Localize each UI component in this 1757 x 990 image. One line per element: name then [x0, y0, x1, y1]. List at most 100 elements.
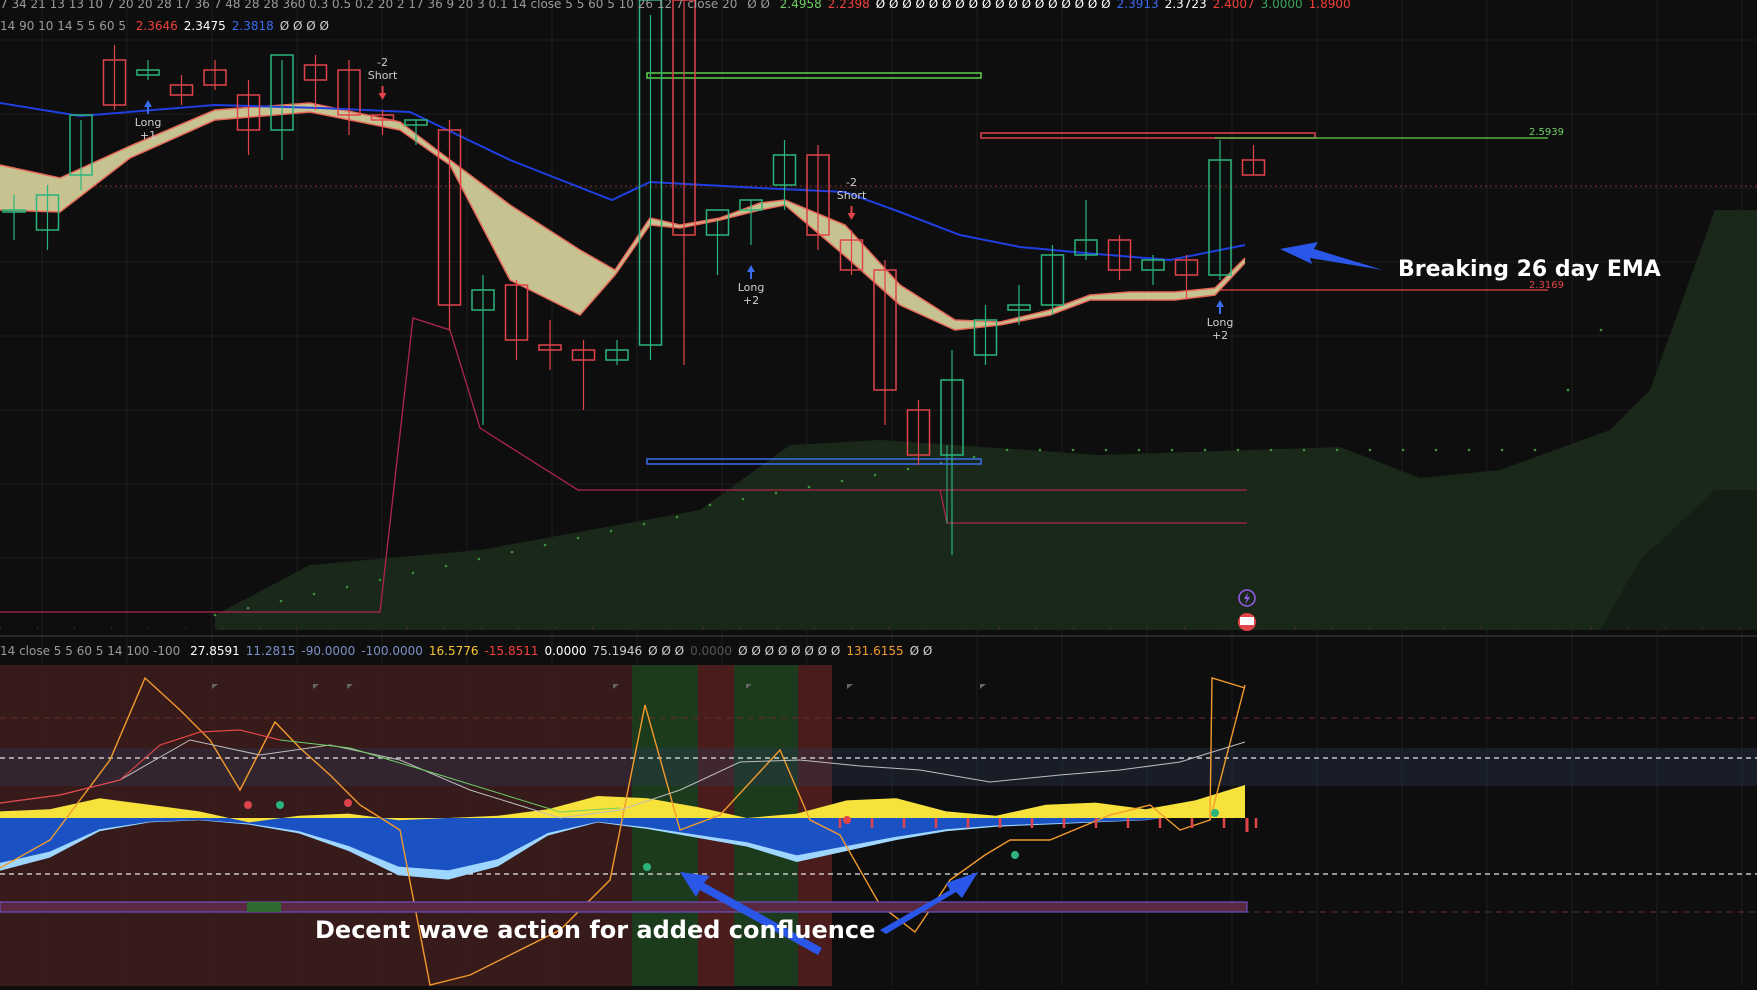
legend-value: -90.0000 — [301, 644, 356, 658]
legend-value: -15.8511 — [484, 644, 539, 658]
annotation-wave: Decent wave action for added confluence — [315, 916, 875, 944]
legend-value: 2.3723 — [1164, 0, 1207, 11]
cloud-dot — [1599, 328, 1603, 332]
cloud-dot — [312, 592, 316, 596]
legend-values: 2.4958 2.2398 Ø Ø Ø Ø Ø Ø Ø Ø Ø Ø Ø Ø Ø Ø … — [780, 0, 1357, 11]
flag-marker-icon — [847, 684, 853, 689]
long-arrow-icon — [144, 100, 152, 114]
legend-value: 0.0000 — [544, 644, 587, 658]
legend-value: 27.8591 — [190, 644, 240, 658]
signal-label: Short — [837, 189, 867, 202]
cloud-dot — [774, 491, 778, 495]
signal-value: -2 — [377, 56, 388, 69]
legend-value: 2.3818 — [231, 19, 274, 33]
cloud-dot — [1302, 448, 1306, 452]
short-arrow-icon — [378, 86, 387, 100]
legend-settings-text: 14 90 10 14 5 5 60 5 — [0, 19, 126, 33]
cloud-dot — [510, 550, 514, 554]
signal-dot — [244, 801, 252, 809]
legend-value: 2.3646 — [135, 19, 178, 33]
legend-values: 27.8591 11.2815 -90.0000 -100.0000 16.5776 -1… — [190, 644, 938, 658]
signal-value: -2 — [846, 176, 857, 189]
cloud-dot — [1368, 448, 1372, 452]
cloud-dot — [1434, 448, 1438, 452]
cloud-dot — [378, 578, 382, 582]
legend-value: 2.4007 — [1212, 0, 1255, 11]
legend-value: 3.0000 — [1260, 0, 1303, 11]
legend-value: 11.2815 — [245, 644, 296, 658]
indicator-legend-top: 7 34 21 13 13 10 7 20 20 28 17 36 7 48 2… — [0, 0, 1363, 11]
cloud-dot — [840, 479, 844, 483]
bottom-band — [0, 901, 1248, 913]
cloud-dot — [675, 515, 679, 519]
legend-value: 75.1946 — [592, 644, 643, 658]
legend-value: -100.0000 — [361, 644, 423, 658]
legend-value: 2.3913 — [1116, 0, 1159, 11]
cloud-dot — [1401, 448, 1405, 452]
cloud-dot — [642, 522, 646, 526]
cloud-dot — [609, 529, 613, 533]
cloud-dot — [477, 557, 481, 561]
short-arrow-icon — [847, 206, 856, 220]
cloud-dot — [1104, 448, 1108, 452]
cloud-dot — [807, 485, 811, 489]
long-arrow-icon — [1216, 300, 1224, 314]
cloud-dot — [246, 606, 250, 610]
chart-area[interactable]: 2.5939 2.3169 Long +1 -2 Short Long +2 -2 Short Lo… — [0, 0, 1757, 986]
legend-value: Ø Ø Ø — [648, 644, 685, 658]
signal-value: +2 — [743, 294, 759, 307]
signal-dot — [344, 799, 352, 807]
cloud-dot — [906, 467, 910, 471]
cloud-dot — [1137, 448, 1141, 452]
signal-label: Long — [1207, 316, 1234, 329]
cloud-dot — [444, 564, 448, 568]
cloud-dot — [972, 455, 976, 459]
cloud-dot — [1566, 388, 1570, 392]
cloud-dot — [873, 473, 877, 477]
cloud-dot — [1236, 448, 1240, 452]
legend-value: Ø Ø — [909, 644, 933, 658]
signal-dot — [1011, 851, 1019, 859]
cloud-dot — [576, 536, 580, 540]
cloud-dot — [1071, 448, 1075, 452]
cloud-dot — [1170, 448, 1174, 452]
flag-icon-stripe — [1240, 617, 1254, 625]
cloud-dot — [411, 571, 415, 575]
signal-label: Short — [368, 69, 398, 82]
legend-value: Ø Ø Ø Ø Ø Ø Ø Ø Ø Ø Ø Ø Ø Ø Ø Ø Ø Ø — [875, 0, 1111, 11]
cloud-dot — [345, 585, 349, 589]
signal-value: +2 — [1212, 329, 1228, 342]
ema-ribbon — [0, 103, 1245, 330]
cloud-dot — [279, 599, 283, 603]
signal-dot — [643, 863, 651, 871]
legend-settings-text: 7 34 21 13 13 10 7 20 20 28 17 36 7 48 2… — [0, 0, 738, 11]
indicator-legend-lower: 14 close 5 5 60 5 14 100 -100 27.8591 11.… — [0, 644, 944, 658]
annotation-breaking: Breaking 26 day EMA — [1398, 257, 1661, 282]
legend-value: 16.5776 — [428, 644, 479, 658]
signal-dot — [843, 816, 851, 824]
legend-value: Ø Ø Ø Ø — [279, 19, 330, 33]
ema-fast — [0, 102, 1246, 323]
signal-dot — [276, 801, 284, 809]
cloud-dot — [1467, 448, 1471, 452]
legend-value: 2.3475 — [183, 19, 226, 33]
annotation-arrow-icon — [1280, 242, 1383, 270]
chart-svg[interactable]: 2.59392.3169Long+1-2ShortLong+2-2ShortLo… — [0, 0, 1757, 986]
cloud-dot — [1005, 448, 1009, 452]
cloud-dot — [708, 503, 712, 507]
price-label: 2.5939 — [1529, 127, 1564, 138]
cloud-dot — [213, 613, 217, 617]
signal-value: +1 — [140, 129, 156, 142]
cloud-dot — [1203, 448, 1207, 452]
cloud-dot — [1533, 448, 1537, 452]
signal-dot — [1211, 809, 1219, 817]
signal-label: Long — [738, 281, 765, 294]
legend-value: Ø Ø Ø Ø Ø Ø Ø Ø — [738, 644, 841, 658]
cloud-dot — [1038, 448, 1042, 452]
zone-green — [646, 72, 982, 79]
legend-value: 0.0000 — [690, 644, 733, 658]
long-arrow-icon — [747, 265, 755, 279]
legend-value: 131.6155 — [846, 644, 904, 658]
legend-symbols: Ø Ø — [747, 0, 770, 11]
legend-value: 2.2398 — [827, 0, 870, 11]
